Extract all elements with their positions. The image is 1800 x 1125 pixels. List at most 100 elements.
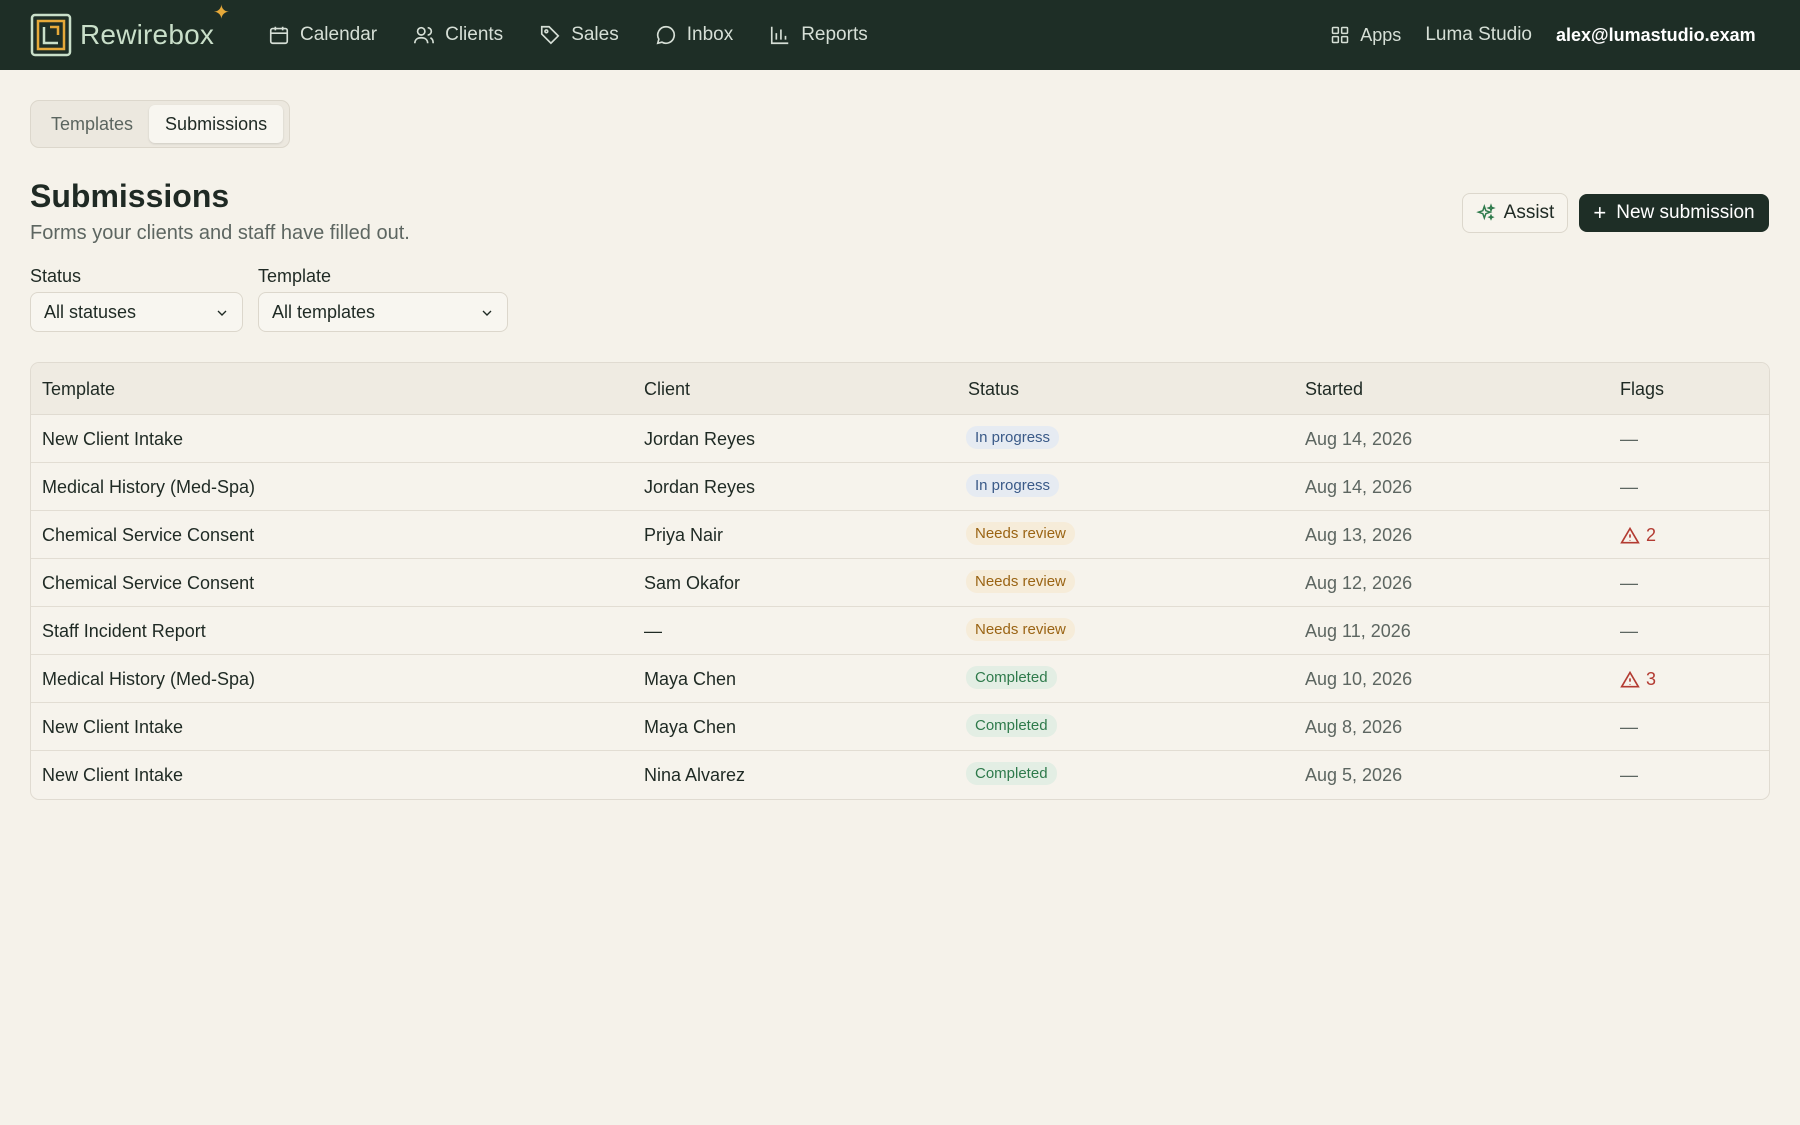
cell-client: Jordan Reyes [644,429,756,449]
flag-warning[interactable]: 3 [1620,669,1656,690]
tab-submissions[interactable]: Submissions [149,105,284,143]
new-submission-button[interactable]: + New submission [1579,194,1769,232]
status-badge: In progress [966,426,1060,449]
warning-triangle-icon [1620,526,1640,543]
table-row[interactable]: New Client Intake Nina Alvarez Completed Au… [31,751,1769,799]
column-header-template[interactable]: Template [42,379,115,400]
tag-icon [541,25,560,45]
flag-empty: — [1620,717,1638,737]
cell-client: Priya Nair [644,525,724,545]
table-body: New Client Intake Jordan Reyes In progress… [31,415,1769,799]
cell-status: Completed [966,714,1057,737]
flag-warning[interactable]: 2 [1620,525,1656,546]
flag-empty: — [1620,573,1638,593]
apps-button[interactable]: Apps [1330,25,1401,46]
cell-started: Aug 14, 2026 [1305,477,1413,497]
cell-started: Aug 11, 2026 [1305,621,1411,641]
cell-template: Chemical Service Consent [42,525,255,545]
nav-item-label: Reports [801,24,868,45]
cell-client: Maya Chen [644,717,737,737]
chevron-down-icon [217,310,227,316]
table-row[interactable]: New Client Intake Maya Chen Completed Aug 8… [31,703,1769,751]
main-nav: Calendar Clients Sales Inbox Reports [268,0,904,70]
status-filter-select[interactable]: All statuses [30,292,243,332]
table-row[interactable]: Medical History (Med-Spa) Jordan Reyes In … [31,463,1769,511]
cell-status: Completed [966,666,1057,689]
cell-started: Aug 10, 2026 [1305,669,1413,689]
nav-right: Apps Luma Studio alex@lumastudio.exam... [1330,0,1756,70]
column-header-flags[interactable]: Flags [1620,379,1664,400]
status-badge: In progress [966,474,1060,497]
warning-triangle-icon [1620,670,1640,687]
nav-item-sales[interactable]: Sales [539,24,619,46]
cell-flags: — [1620,765,1638,786]
cell-client: Nina Alvarez [644,765,746,785]
assist-button[interactable]: Assist [1462,193,1568,233]
cell-started: Aug 5, 2026 [1305,765,1403,785]
flag-empty: — [1620,429,1638,449]
cell-template: Medical History (Med-Spa) [42,669,256,689]
nav-item-reports[interactable]: Reports [769,24,868,46]
status-badge: Needs review [966,570,1075,593]
cell-started: Aug 13, 2026 [1305,525,1413,545]
nav-item-calendar[interactable]: Calendar [268,24,377,46]
flag-count: 2 [1646,525,1657,545]
brand-name: Rewirebox [80,19,215,50]
new-submission-label: New submission [1616,202,1755,223]
cell-started: Aug 8, 2026 [1305,717,1403,737]
table-row[interactable]: Chemical Service Consent Priya Nair Needs … [31,511,1769,559]
status-filter-value: All statuses [44,301,137,322]
cell-flags: 2 [1620,525,1656,551]
cell-template: New Client Intake [42,429,184,449]
cell-flags: 3 [1620,669,1656,695]
cell-flags: — [1620,477,1638,498]
cell-status: Needs review [966,570,1075,593]
cell-status: Needs review [966,522,1075,545]
chevron-down-icon [482,310,492,316]
status-filter-label: Status [30,266,82,286]
users-icon [414,26,435,44]
cell-started: Aug 14, 2026 [1305,429,1413,449]
nav-item-clients[interactable]: Clients [413,24,503,46]
bar-chart-icon [771,26,789,45]
cell-started: Aug 12, 2026 [1305,573,1413,593]
cell-template: Staff Incident Report [42,621,206,641]
cell-flags: — [1620,573,1638,594]
column-header-client[interactable]: Client [644,379,690,400]
table-row[interactable]: Staff Incident Report — Needs review Aug 11… [31,607,1769,655]
status-badge: Needs review [966,522,1075,545]
status-badge: Completed [966,762,1057,785]
cell-status: Needs review [966,618,1075,641]
table-row[interactable]: New Client Intake Jordan Reyes In progress… [31,415,1769,463]
table-row[interactable]: Chemical Service Consent Sam Okafor Needs … [31,559,1769,607]
user-email[interactable]: alex@lumastudio.exam... [1556,25,1756,46]
grid-icon [1332,26,1349,44]
status-badge: Needs review [966,618,1075,641]
submissions-table: Template Client Status Started Flags New… [30,362,1770,800]
page-subtitle: Forms your clients and staff have filled… [30,222,410,244]
cell-status: Completed [966,762,1057,785]
studio-switcher[interactable]: Luma Studio [1425,24,1532,46]
cell-client: Sam Okafor [644,573,741,593]
template-filter-select[interactable]: All templates [258,292,508,332]
nav-item-inbox[interactable]: Inbox [655,24,733,46]
cell-flags: — [1620,717,1638,738]
tab-templates[interactable]: Templates [35,105,149,143]
page-title: Submissions [30,178,230,214]
column-header-started[interactable]: Started [1305,379,1363,400]
brand[interactable]: Rewirebox [30,12,214,58]
table-header: Template Client Status Started Flags [31,363,1769,415]
cell-template: New Client Intake [42,765,184,785]
table-row[interactable]: Medical History (Med-Spa) Maya Chen Comple… [31,655,1769,703]
template-filter-label: Template [258,266,332,286]
view-tabs: Templates Submissions [30,100,290,148]
brand-logo-icon [30,13,72,57]
sparkle-icon: ✦ [213,2,230,24]
plus-icon: + [1593,200,1607,225]
cell-flags: — [1620,621,1638,642]
cell-client: Maya Chen [644,669,737,689]
nav-item-label: Clients [445,24,504,45]
cell-template: Medical History (Med-Spa) [42,477,256,497]
apps-label: Apps [1360,24,1402,45]
column-header-status[interactable]: Status [968,379,1019,400]
